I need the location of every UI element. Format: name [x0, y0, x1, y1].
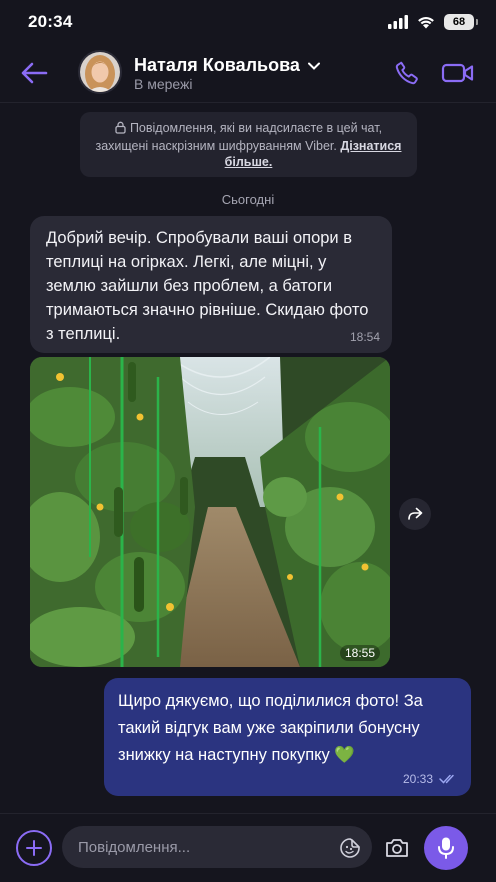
incoming-photo[interactable]: 18:55 [30, 357, 390, 667]
message-text: Щиро дякуємо, що поділилися фото! За так… [118, 692, 423, 764]
camera-button[interactable] [382, 833, 412, 863]
composer-bar [0, 813, 496, 882]
sticker-icon [340, 838, 360, 858]
forward-button[interactable] [399, 498, 431, 530]
encryption-notice: Повідомлення, які ви надсилаєте в цей ча… [80, 112, 417, 177]
microphone-icon [438, 837, 454, 859]
voice-message-button[interactable] [424, 826, 468, 870]
avatar[interactable] [78, 50, 122, 94]
header-divider [0, 102, 496, 103]
message-input[interactable] [62, 826, 372, 868]
back-button[interactable] [18, 58, 50, 88]
sticker-button[interactable] [337, 835, 363, 861]
greenhouse-photo [30, 357, 390, 667]
signal-icon [388, 15, 408, 29]
message-text: Добрий вечір. Спробували ваші опори в те… [46, 229, 369, 343]
date-separator: Сьогодні [221, 192, 275, 207]
contact-photo [80, 52, 120, 92]
read-checkmarks-icon [439, 774, 454, 784]
share-arrow-icon [408, 507, 423, 520]
message-meta: 20:33 [403, 772, 457, 786]
plus-icon [26, 840, 42, 856]
incoming-message[interactable]: Добрий вечір. Спробували ваші опори в те… [30, 216, 392, 353]
chevron-down-icon [307, 62, 320, 70]
chat-header: Наталя Ковальова В мережі [0, 44, 496, 102]
attach-button[interactable] [16, 830, 52, 866]
camera-icon [386, 839, 408, 857]
phone-icon [395, 61, 418, 85]
battery-level: 68 [452, 16, 466, 28]
lock-icon [115, 121, 126, 138]
contact-status: В мережі [134, 76, 193, 92]
video-call-button[interactable] [438, 56, 478, 90]
back-arrow-icon [21, 62, 48, 84]
contact-name: Наталя Ковальова [134, 55, 300, 75]
status-bar: 20:34 68 [0, 0, 496, 44]
wifi-icon [418, 17, 434, 29]
video-camera-icon [441, 63, 474, 83]
photo-time: 18:55 [339, 645, 380, 661]
status-indicators: 68 [388, 14, 478, 30]
battery-indicator: 68 [444, 14, 478, 30]
contact-name-row[interactable]: Наталя Ковальова [134, 55, 320, 76]
outgoing-message[interactable]: Щиро дякуємо, що поділилися фото! За так… [104, 678, 471, 796]
message-time: 18:54 [349, 330, 380, 344]
status-time: 20:34 [28, 12, 73, 31]
message-time: 20:33 [402, 772, 433, 786]
call-button[interactable] [390, 56, 424, 90]
